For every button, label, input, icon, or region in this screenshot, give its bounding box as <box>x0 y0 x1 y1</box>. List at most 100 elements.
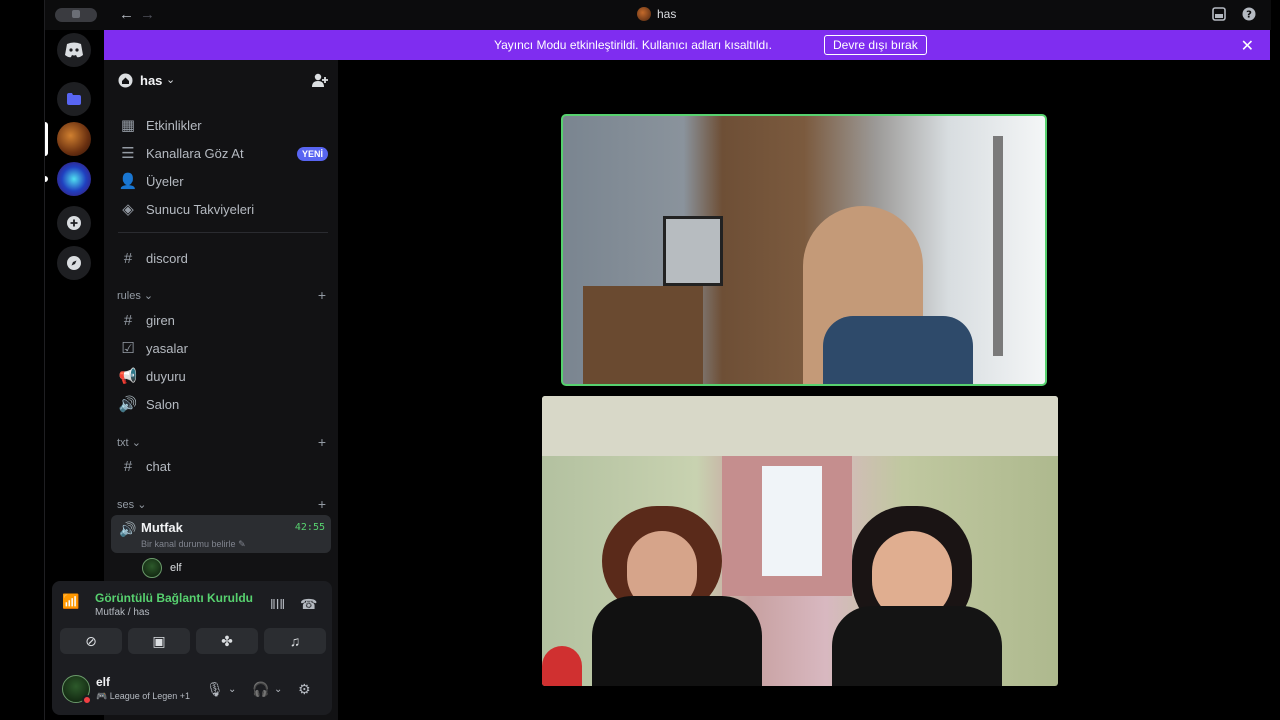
chevron-down-icon: ⌄ <box>137 499 147 511</box>
nav-events[interactable]: ▦ Etkinlikler <box>110 112 330 138</box>
inbox-icon[interactable] <box>1212 7 1226 21</box>
window-title-text: has <box>657 7 677 21</box>
jacket-shape <box>823 316 973 384</box>
close-icon[interactable]: ✕ <box>1241 36 1254 56</box>
category-name: rules <box>117 290 141 302</box>
help-icon[interactable]: ? <box>1242 7 1256 21</box>
server-blue-icon[interactable] <box>57 162 91 196</box>
channel-duyuru[interactable]: 📢 duyuru <box>110 363 330 389</box>
channel-chat[interactable]: # chat <box>110 453 330 479</box>
server-header[interactable]: has ⌄ <box>104 60 338 100</box>
chevron-down-icon: ⌄ <box>131 437 141 449</box>
voice-channel-mutfak[interactable]: 🔊 Mutfak 42:55 Bir kanal durumu belirle … <box>111 515 331 553</box>
svg-text:?: ? <box>1246 10 1252 21</box>
video-tile-speaking[interactable] <box>561 114 1047 386</box>
voice-channel-name: Mutfak <box>141 520 183 535</box>
shirt-shape-right <box>832 606 1002 686</box>
user-name[interactable]: elf <box>96 675 110 689</box>
avatar <box>142 558 162 578</box>
noise-suppression-icon[interactable]: ǁǀǁ <box>270 596 285 612</box>
channel-salon[interactable]: 🔊 Salon <box>110 391 330 417</box>
microphone-icon[interactable]: 🎙 <box>206 681 224 698</box>
category-ses[interactable]: ses ⌄ <box>117 498 146 511</box>
boost-icon: ◈ <box>122 201 134 218</box>
channel-name: discord <box>146 250 188 266</box>
active-server-indicator <box>45 122 48 156</box>
hash-icon: # <box>123 311 133 329</box>
banner-text: Yayıncı Modu etkinleştirildi. Kullanıcı … <box>494 38 772 52</box>
community-icon <box>118 73 133 88</box>
activities-button[interactable]: ✤ <box>196 628 258 654</box>
channel-status-text: Bir kanal durumu belirle <box>141 539 236 549</box>
channel-giren[interactable]: # giren <box>110 307 330 333</box>
speaker-icon: 🔊 <box>119 521 137 537</box>
server-has-icon[interactable] <box>57 122 91 156</box>
category-txt[interactable]: txt ⌄ <box>117 436 141 449</box>
chevron-down-icon[interactable]: ⌄ <box>274 684 282 695</box>
announcement-icon: 📢 <box>118 368 138 385</box>
add-channel-icon[interactable]: + <box>318 287 326 303</box>
channel-name: chat <box>146 458 171 474</box>
server-name: has <box>140 73 163 88</box>
headphones-icon[interactable]: 🎧 <box>252 681 269 698</box>
soundboard-button[interactable]: ♫ <box>264 628 326 654</box>
invite-people-icon[interactable] <box>312 73 328 88</box>
chevron-down-icon: ⌄ <box>143 290 154 302</box>
video-tile[interactable] <box>542 396 1058 686</box>
hash-icon: # <box>123 457 133 475</box>
window-title: has <box>637 7 676 21</box>
channel-status-setter[interactable]: Bir kanal durumu belirle ✎ <box>141 539 246 550</box>
channel-yasalar[interactable]: ☑ yasalar <box>110 335 330 361</box>
title-bar: ← → has ? <box>45 0 1271 30</box>
add-channel-icon[interactable]: + <box>318 434 326 450</box>
dresser-shape <box>583 286 703 384</box>
add-server-icon[interactable] <box>57 206 91 240</box>
window-handle[interactable] <box>55 8 97 22</box>
voice-status-title[interactable]: Görüntülü Bağlantı Kuruldu <box>95 591 253 605</box>
shirt-shape-left <box>592 596 762 686</box>
arrow-right-icon[interactable]: → <box>140 6 155 23</box>
new-badge: YENİ <box>296 147 328 161</box>
nav-label: Üyeler <box>146 173 184 189</box>
camera-toggle-button[interactable]: ⊘ <box>60 628 122 654</box>
game-icon: 🎮 <box>96 691 108 701</box>
browse-channels-icon: ☰ <box>121 145 135 162</box>
red-object-shape <box>542 646 582 686</box>
voice-member[interactable]: elf <box>142 558 182 578</box>
nav-server-boosts[interactable]: ◈ Sunucu Takviyeleri <box>110 196 330 222</box>
activities-icon: ✤ <box>221 632 233 649</box>
chevron-down-icon: ⌄ <box>166 74 176 86</box>
channel-discord[interactable]: # discord <box>110 245 330 271</box>
window-light-shape <box>762 466 822 576</box>
mirror-shape <box>663 216 723 286</box>
nav-browse-channels[interactable]: ☰ Kanallara Göz At YENİ <box>110 140 330 166</box>
nav-members[interactable]: 👤 Üyeler <box>110 168 330 194</box>
voice-timer: 42:55 <box>294 522 325 533</box>
channel-name: duyuru <box>146 368 186 384</box>
members-icon: 👤 <box>118 173 138 190</box>
calendar-icon: ▦ <box>120 117 136 134</box>
arrow-left-icon[interactable]: ← <box>119 6 134 23</box>
discord-window: ← → has ? Yayıncı Modu etkinleştirildi. … <box>44 0 1271 720</box>
gear-icon[interactable]: ⚙ <box>298 681 311 698</box>
category-rules[interactable]: rules ⌄ <box>117 289 153 302</box>
voice-status-subtitle[interactable]: Mutfak / has <box>95 607 149 618</box>
speaker-icon: 🔊 <box>118 396 138 413</box>
unread-indicator <box>45 176 48 182</box>
add-channel-icon[interactable]: + <box>318 496 326 512</box>
channel-name: yasalar <box>146 340 188 356</box>
chevron-down-icon[interactable]: ⌄ <box>228 684 236 695</box>
user-panel: elf 🎮 League of Legen +1 🎙 ⌄ 🎧 ⌄ ⚙ <box>52 663 332 715</box>
rules-icon: ☑ <box>121 340 135 357</box>
discord-home-icon[interactable] <box>57 33 91 67</box>
signal-icon[interactable]: 📶 <box>62 593 79 610</box>
status-dnd-icon <box>82 695 92 705</box>
hash-icon: # <box>123 249 133 267</box>
screen-share-button[interactable]: ▣ <box>128 628 190 654</box>
direct-messages-icon[interactable] <box>57 82 91 116</box>
category-name: ses <box>117 499 135 511</box>
disconnect-icon[interactable]: ☎ <box>300 596 317 613</box>
camera-off-icon: ⊘ <box>85 632 97 649</box>
discover-icon[interactable] <box>57 246 91 280</box>
disable-streamer-mode-button[interactable]: Devre dışı bırak <box>824 35 927 55</box>
